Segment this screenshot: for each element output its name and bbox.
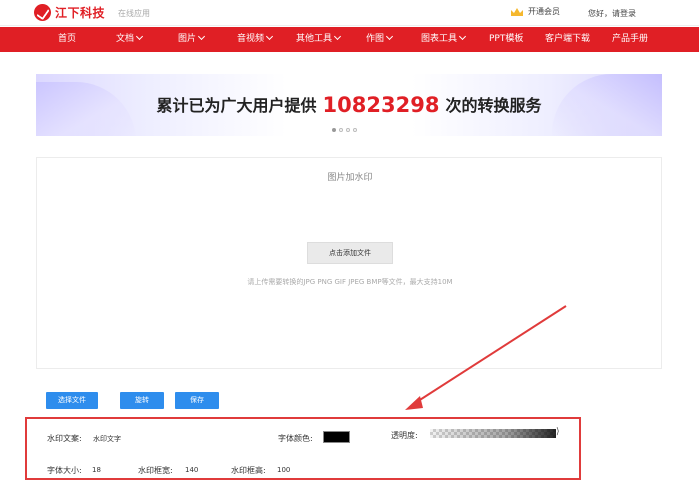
crown-icon — [510, 7, 524, 17]
font-size-label: 字体大小: — [47, 466, 82, 475]
chevron-down-icon — [333, 32, 342, 41]
brand-name: 江下科技 — [55, 6, 106, 20]
main-nav: 首页 文档 图片 音视频 其他工具 作图 图表工具 PPT模板 客户端下载 产品… — [0, 27, 699, 52]
watermark-settings: 水印文案: 水印文字 字体颜色: 透明度: ⟩ 字体大小: 18 水印框宽: 1… — [25, 417, 581, 480]
nav-item-chart-tools[interactable]: 图表工具 — [421, 27, 467, 52]
promo-banner[interactable]: 累计已为广大用户提供 10823298 次的转换服务 — [36, 74, 662, 136]
carousel-dot[interactable] — [339, 128, 343, 132]
vip-label: 开通会员 — [528, 7, 560, 16]
carousel-dot[interactable] — [353, 128, 357, 132]
select-file-button[interactable]: 选择文件 — [46, 392, 98, 409]
top-bar: 江下科技 在线应用 开通会员 您好，请登录 — [0, 0, 699, 26]
font-color-swatch[interactable] — [323, 431, 350, 443]
page: 江下科技 在线应用 开通会员 您好，请登录 首页 文档 图片 音视频 其他工具 … — [0, 0, 699, 494]
brand-logo[interactable]: 江下科技 — [34, 4, 105, 21]
service-count: 10823298 — [322, 93, 440, 117]
nav-item-home[interactable]: 首页 — [58, 27, 76, 52]
chevron-down-icon — [197, 32, 206, 41]
nav-item-product-manual[interactable]: 产品手册 — [612, 27, 648, 52]
box-height-input[interactable]: 100 — [277, 466, 290, 474]
opacity-slider[interactable] — [430, 429, 556, 438]
box-width-label: 水印框宽: — [138, 466, 173, 475]
save-button[interactable]: 保存 — [175, 392, 219, 409]
box-height-label: 水印框高: — [231, 466, 266, 475]
chevron-down-icon — [135, 32, 144, 41]
nav-item-drawing[interactable]: 作图 — [366, 27, 394, 52]
brand-logo-icon — [34, 4, 51, 21]
nav-item-other-tools[interactable]: 其他工具 — [296, 27, 342, 52]
font-size-input[interactable]: 18 — [92, 466, 101, 474]
nav-item-client-download[interactable]: 客户端下载 — [545, 27, 590, 52]
add-file-button[interactable]: 点击添加文件 — [307, 242, 393, 264]
vip-link[interactable]: 开通会员 — [510, 6, 560, 17]
nav-item-documents[interactable]: 文档 — [116, 27, 144, 52]
rotate-button[interactable]: 旋转 — [120, 392, 164, 409]
nav-item-ppt-templates[interactable]: PPT模板 — [489, 27, 523, 52]
watermark-text-input[interactable]: 水印文字 — [93, 434, 121, 444]
upload-panel: 图片加水印 点击添加文件 请上传需要转换的JPG PNG GIF JPEG BM… — [36, 157, 662, 369]
nav-item-images[interactable]: 图片 — [178, 27, 206, 52]
box-width-input[interactable]: 140 — [185, 466, 198, 474]
banner-headline: 累计已为广大用户提供 10823298 次的转换服务 — [156, 93, 542, 117]
chevron-down-icon — [265, 32, 274, 41]
tool-title: 图片加水印 — [327, 173, 373, 183]
brand-subtitle: 在线应用 — [118, 9, 150, 18]
carousel-dot[interactable] — [346, 128, 350, 132]
upload-hint: 请上传需要转换的JPG PNG GIF JPEG BMP等文件，最大支持10M — [247, 278, 453, 286]
nav-item-audio-video[interactable]: 音视频 — [237, 27, 274, 52]
opacity-label: 透明度: — [391, 431, 418, 440]
carousel-dots — [332, 128, 357, 132]
chevron-down-icon — [458, 32, 467, 41]
login-link[interactable]: 您好，请登录 — [588, 8, 636, 19]
slider-handle-icon[interactable]: ⟩ — [556, 427, 560, 437]
font-color-label: 字体颜色: — [278, 434, 313, 443]
watermark-text-label: 水印文案: — [47, 434, 82, 443]
carousel-dot[interactable] — [332, 128, 336, 132]
chevron-down-icon — [385, 32, 394, 41]
